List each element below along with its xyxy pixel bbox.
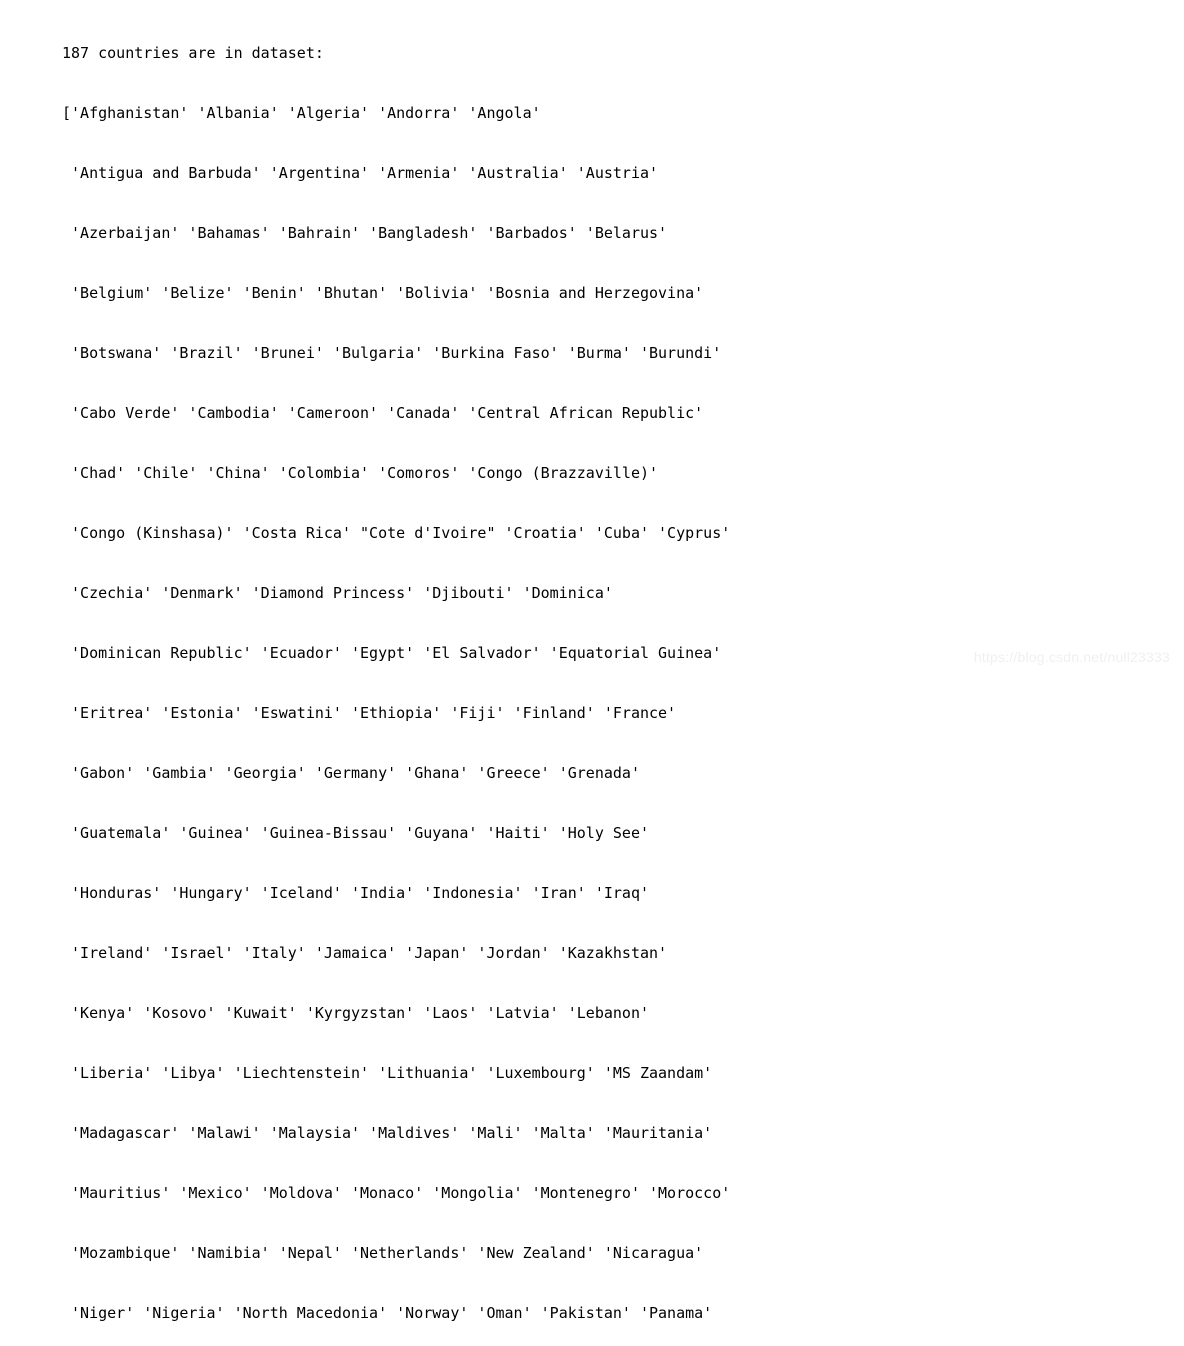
output-line: 187 countries are in dataset: <box>62 44 324 62</box>
output-line: 'Mozambique' 'Namibia' 'Nepal' 'Netherla… <box>62 1244 704 1262</box>
output-line: 'Madagascar' 'Malawi' 'Malaysia' 'Maldiv… <box>62 1124 713 1142</box>
output-line: 'Ireland' 'Israel' 'Italy' 'Jamaica' 'Ja… <box>62 944 668 962</box>
output-line: 'Kenya' 'Kosovo' 'Kuwait' 'Kyrgyzstan' '… <box>62 1004 649 1022</box>
output-line: 'Belgium' 'Belize' 'Benin' 'Bhutan' 'Bol… <box>62 284 704 302</box>
output-line: 'Niger' 'Nigeria' 'North Macedonia' 'Nor… <box>62 1304 713 1322</box>
output-line: 'Gabon' 'Gambia' 'Georgia' 'Germany' 'Gh… <box>62 764 640 782</box>
console-output: 187 countries are in dataset: ['Afghanis… <box>62 3 730 1346</box>
watermark: https://blog.csdn.net/null23333 <box>973 649 1170 665</box>
output-line: ['Afghanistan' 'Albania' 'Algeria' 'Ando… <box>62 104 541 122</box>
output-line: 'Congo (Kinshasa)' 'Costa Rica' "Cote d'… <box>62 524 731 542</box>
output-line: 'Antigua and Barbuda' 'Argentina' 'Armen… <box>62 164 659 182</box>
output-line: 'Cabo Verde' 'Cambodia' 'Cameroon' 'Cana… <box>62 404 704 422</box>
output-line: 'Botswana' 'Brazil' 'Brunei' 'Bulgaria' … <box>62 344 722 362</box>
output-line: 'Eritrea' 'Estonia' 'Eswatini' 'Ethiopia… <box>62 704 677 722</box>
output-line: 'Dominican Republic' 'Ecuador' 'Egypt' '… <box>62 644 722 662</box>
output-line: 'Mauritius' 'Mexico' 'Moldova' 'Monaco' … <box>62 1184 731 1202</box>
output-line: 'Honduras' 'Hungary' 'Iceland' 'India' '… <box>62 884 649 902</box>
output-line: 'Chad' 'Chile' 'China' 'Colombia' 'Comor… <box>62 464 659 482</box>
output-line: 'Guatemala' 'Guinea' 'Guinea-Bissau' 'Gu… <box>62 824 649 842</box>
output-line: 'Azerbaijan' 'Bahamas' 'Bahrain' 'Bangla… <box>62 224 668 242</box>
output-line: 'Czechia' 'Denmark' 'Diamond Princess' '… <box>62 584 613 602</box>
output-line: 'Liberia' 'Libya' 'Liechtenstein' 'Lithu… <box>62 1064 713 1082</box>
